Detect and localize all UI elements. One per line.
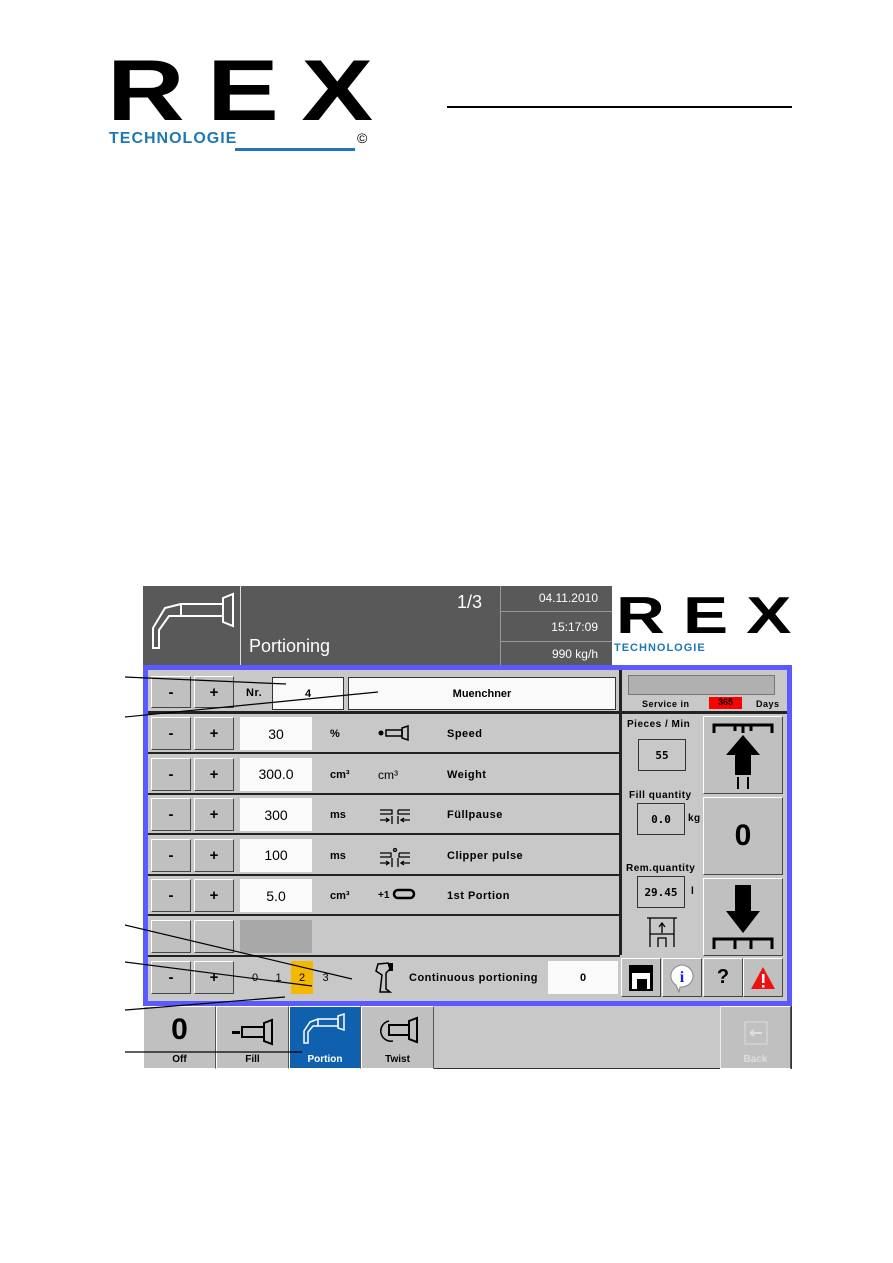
warning-icon	[751, 966, 775, 989]
blank-field	[240, 920, 312, 953]
lower-button[interactable]	[703, 878, 783, 956]
program-nr-label: Nr.	[246, 687, 263, 699]
param-value-field[interactable]: 100	[240, 838, 312, 872]
portion-nozzle-icon	[152, 592, 234, 649]
nav-off-button[interactable]: 0 Off	[143, 1006, 216, 1069]
service-days-badge: 365	[709, 697, 742, 709]
fill-quantity-unit: kg	[688, 813, 701, 824]
nav-fill-button[interactable]: Fill	[216, 1006, 289, 1069]
speed-icon	[378, 724, 412, 746]
param-unit: %	[330, 728, 340, 740]
param-value-field[interactable]: 5.0	[240, 879, 312, 913]
svg-text:+1: +1	[378, 890, 390, 901]
param-plus-button[interactable]: +	[194, 798, 234, 832]
info-panel: 04.11.2010 15:17:09 990 kg/h	[500, 586, 612, 665]
pieces-label: Pieces / Min	[627, 719, 691, 730]
header-rule	[447, 106, 792, 108]
raise-button[interactable]	[703, 716, 783, 794]
blank-button	[151, 920, 191, 953]
continuous-level-1[interactable]: 1	[268, 961, 290, 994]
continuous-minus-button[interactable]: -	[151, 961, 191, 994]
info-icon: i	[670, 963, 694, 993]
param-minus-button[interactable]: -	[151, 717, 191, 750]
time: 15:17:09	[500, 612, 612, 642]
clipper-pulse-icon	[378, 847, 412, 872]
param-label: Weight	[447, 768, 487, 781]
arrow-up-icon	[712, 723, 774, 789]
fill-pause-icon	[378, 806, 412, 829]
param-plus-button[interactable]: +	[194, 838, 234, 872]
save-button[interactable]	[621, 958, 661, 997]
program-nr-field[interactable]: 4	[272, 677, 344, 710]
param-minus-button[interactable]: -	[151, 798, 191, 832]
throughput: 990 kg/h	[500, 642, 612, 665]
continuous-label: Continuous portioning	[409, 972, 539, 984]
volume-icon: cm³	[378, 767, 398, 782]
service-bar	[628, 675, 775, 695]
alarm-button[interactable]	[743, 958, 783, 997]
info-button[interactable]: i	[662, 958, 702, 997]
blank-button	[194, 920, 234, 953]
floppy-disk-icon	[629, 964, 653, 991]
pieces-value: 55	[638, 739, 686, 771]
continuous-level-3[interactable]: 3	[315, 961, 337, 994]
program-plus-button[interactable]: +	[194, 676, 234, 708]
date: 04.11.2010	[500, 586, 612, 612]
param-label: Füllpause	[447, 809, 503, 822]
param-minus-button[interactable]: -	[151, 838, 191, 872]
param-minus-button[interactable]: -	[151, 757, 191, 791]
counter-reset-button[interactable]: 0	[703, 797, 783, 875]
param-value-field[interactable]: 300	[240, 798, 312, 832]
twist-icon	[379, 1016, 418, 1044]
first-portion-icon: +1	[378, 887, 418, 906]
param-minus-button[interactable]: -	[151, 879, 191, 913]
param-unit: ms	[330, 849, 346, 862]
continuous-value-field[interactable]: 0	[548, 961, 618, 994]
continuous-level-2[interactable]: 2	[291, 961, 313, 994]
param-unit: cm³	[330, 768, 350, 781]
param-plus-button[interactable]: +	[194, 757, 234, 791]
title-panel: 1/3 Portioning	[241, 586, 500, 665]
rem-quantity-label: Rem.quantity	[626, 863, 696, 874]
nav-back-button[interactable]: Back	[720, 1006, 791, 1069]
page-indicator: 1/3	[456, 592, 482, 612]
mode-icon-panel	[143, 586, 241, 665]
nav-twist-button[interactable]: Twist	[361, 1006, 434, 1069]
portion-nozzle-icon	[303, 1012, 345, 1044]
back-arrow-icon	[744, 1021, 767, 1045]
continuous-level-0[interactable]: 0	[244, 961, 266, 994]
param-unit: cm³	[330, 890, 350, 903]
param-value-field[interactable]: 30	[240, 717, 312, 750]
program-name-field[interactable]: Muenchner	[348, 677, 616, 710]
rem-quantity-unit: l	[691, 886, 695, 897]
param-label: Speed	[447, 728, 483, 740]
param-label: 1st Portion	[447, 890, 510, 903]
service-days-unit: Days	[756, 699, 780, 709]
rem-quantity-value: 29.45	[637, 876, 685, 908]
fill-quantity-label: Fill quantity	[629, 790, 692, 801]
program-minus-button[interactable]: -	[151, 676, 191, 708]
page-title: Portioning	[249, 636, 331, 656]
arrow-down-icon	[712, 885, 774, 949]
continuous-plus-button[interactable]: +	[194, 961, 234, 994]
param-label: Clipper pulse	[447, 849, 524, 862]
param-plus-button[interactable]: +	[194, 879, 234, 913]
service-label: Service in	[642, 699, 690, 709]
param-plus-button[interactable]: +	[194, 717, 234, 750]
fill-nozzle-icon	[231, 1018, 273, 1046]
svg-text:i: i	[680, 969, 685, 986]
page-logo: REX TECHNOLOGIE ©	[107, 48, 373, 151]
param-value-field[interactable]: 300.0	[240, 757, 312, 791]
fill-quantity-value: 0.0	[637, 803, 685, 835]
hmi-logo: REX TECHNOLOGIE	[612, 586, 792, 665]
continuous-portioning-icon	[375, 962, 393, 993]
lift-icon	[647, 917, 677, 947]
nav-portion-button[interactable]: Portion	[289, 1006, 361, 1069]
param-unit: ms	[330, 809, 346, 822]
help-button[interactable]: ?	[703, 958, 743, 997]
